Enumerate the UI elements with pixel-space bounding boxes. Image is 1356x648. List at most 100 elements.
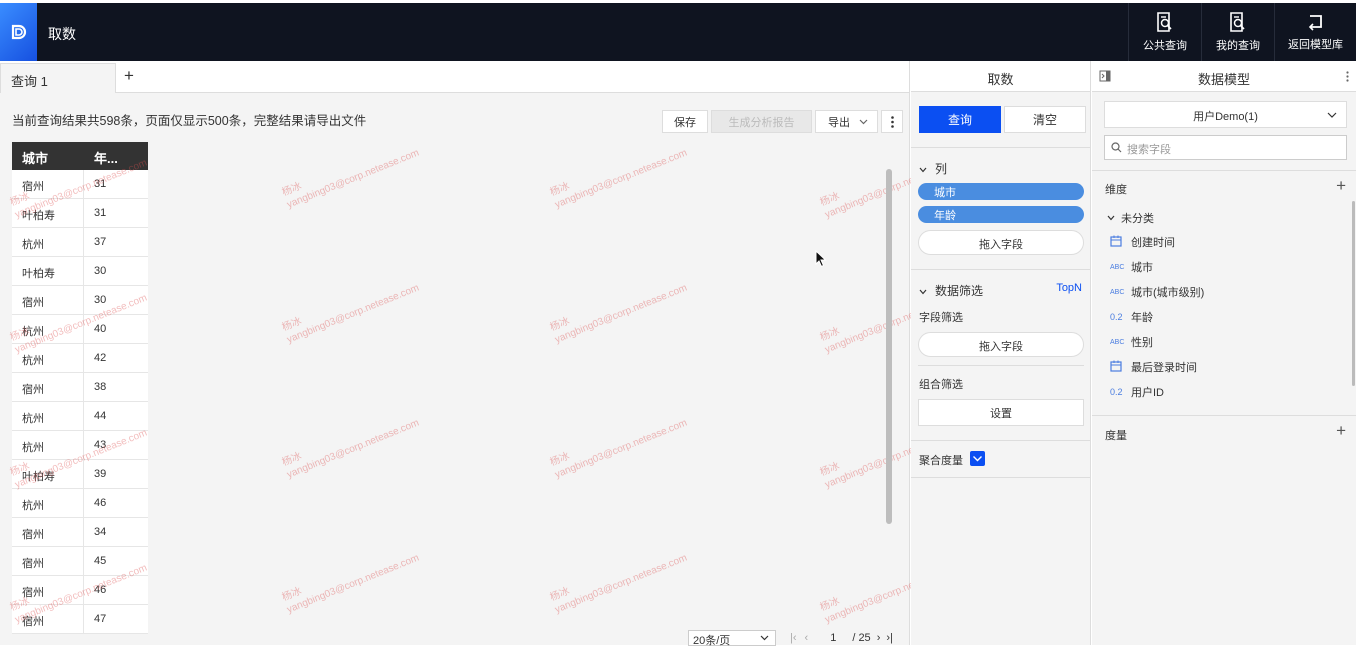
watermark: 杨冰yangbing03@corp.netease.com	[548, 417, 689, 481]
field-label: 创建时间	[1131, 237, 1175, 249]
columns-section-toggle[interactable]: 列	[919, 160, 947, 177]
field-item[interactable]: ABC 性别	[1110, 334, 1153, 350]
data-model-title: 数据模型	[1197, 72, 1250, 87]
cell-city: 宿州	[12, 576, 84, 604]
column-drop-zone[interactable]: 拖入字段	[918, 230, 1084, 255]
settings-button[interactable]: 设置	[918, 399, 1084, 426]
aggregate-checkbox[interactable]	[970, 451, 985, 466]
measure-label: 度量	[1105, 430, 1127, 442]
column-pill-city[interactable]: 城市	[918, 183, 1084, 200]
table-header: 城市 年...	[12, 142, 148, 170]
next-page-icon[interactable]: ›	[877, 632, 881, 644]
total-pages: / 25	[852, 632, 871, 644]
export-button[interactable]: 导出	[815, 110, 878, 133]
cell-city: 杭州	[12, 344, 84, 372]
field-item[interactable]: ABC 城市(城市级别)	[1110, 284, 1204, 300]
chevron-down-icon	[1327, 112, 1337, 118]
group-toggle[interactable]: 未分类	[1107, 210, 1154, 226]
table-row[interactable]: 宿州 38	[12, 373, 148, 402]
column-header-age[interactable]: 年...	[84, 142, 148, 170]
public-query-button[interactable]: 公共查询	[1128, 3, 1201, 61]
table-row[interactable]: 杭州 37	[12, 228, 148, 257]
cell-age: 38	[94, 381, 107, 393]
watermark: 杨冰yangbing03@corp.netease.com	[280, 147, 421, 211]
table-row[interactable]: 宿州 46	[12, 576, 148, 605]
table-row[interactable]: 宿州 30	[12, 286, 148, 315]
table-row[interactable]: 叶柏寿 31	[12, 199, 148, 228]
table-row[interactable]: 叶柏寿 39	[12, 460, 148, 489]
filter-section-toggle[interactable]: 数据筛选	[919, 282, 983, 299]
fields-scrollbar[interactable]	[1352, 201, 1355, 386]
save-button[interactable]: 保存	[662, 110, 708, 133]
more-vertical-icon[interactable]	[1346, 71, 1349, 82]
cell-age: 37	[94, 236, 107, 248]
date-field-icon	[1110, 235, 1124, 249]
cell-age: 40	[94, 323, 107, 335]
divider	[911, 147, 1091, 148]
text-field-icon: ABC	[1110, 263, 1125, 271]
query-button[interactable]: 查询	[919, 106, 1001, 133]
topn-link[interactable]: TopN	[1056, 282, 1082, 294]
return-model-library-button[interactable]: 返回模型库	[1274, 3, 1356, 61]
filter-drop-zone[interactable]: 拖入字段	[918, 332, 1084, 357]
field-item[interactable]: 0.2 用户ID	[1110, 384, 1164, 400]
results-scrollbar[interactable]	[886, 169, 892, 524]
field-label: 城市	[1131, 262, 1153, 274]
column-pill-age[interactable]: 年龄	[918, 206, 1084, 223]
watermark: 杨冰yangbing03@corp.netease.com	[548, 282, 689, 346]
table-row[interactable]: 宿州 31	[12, 170, 148, 199]
field-item[interactable]: 创建时间	[1110, 234, 1175, 250]
table-row[interactable]: 叶柏寿 30	[12, 257, 148, 286]
field-filter-label: 字段筛选	[919, 312, 963, 324]
table-row[interactable]: 杭州 43	[12, 431, 148, 460]
add-measure-button[interactable]: +	[1336, 421, 1346, 441]
page-size-select[interactable]: 20条/页	[688, 630, 776, 647]
last-page-icon[interactable]: ›|	[886, 632, 893, 644]
tab-query-1[interactable]: 查询 1	[0, 63, 116, 93]
public-query-icon	[1157, 11, 1172, 32]
add-tab-button[interactable]: +	[124, 66, 134, 86]
text-field-icon: ABC	[1110, 288, 1125, 296]
my-query-icon	[1230, 11, 1245, 32]
table-row[interactable]: 杭州 44	[12, 402, 148, 431]
table-row[interactable]: 杭州 42	[12, 344, 148, 373]
mouse-cursor-icon	[815, 250, 827, 268]
field-label: 用户ID	[1131, 387, 1164, 399]
field-search-input[interactable]: 搜索字段	[1104, 135, 1347, 160]
cell-city: 杭州	[12, 402, 84, 430]
field-item[interactable]: 0.2 年龄	[1110, 309, 1153, 325]
prev-page-icon[interactable]: ‹	[805, 632, 809, 644]
cell-age: 46	[94, 497, 107, 509]
clear-button[interactable]: 清空	[1004, 106, 1086, 133]
first-page-icon[interactable]: |‹	[790, 632, 797, 644]
current-page[interactable]: 1	[830, 632, 836, 644]
chevron-down-icon	[919, 289, 927, 295]
table-row[interactable]: 杭州 40	[12, 315, 148, 344]
cell-city: 宿州	[12, 373, 84, 401]
return-model-library-label: 返回模型库	[1288, 38, 1343, 51]
my-query-button[interactable]: 我的查询	[1201, 3, 1274, 61]
more-options-button[interactable]	[881, 110, 903, 133]
table-row[interactable]: 宿州 34	[12, 518, 148, 547]
return-icon	[1308, 14, 1322, 31]
cell-age: 39	[94, 468, 107, 480]
add-dimension-button[interactable]: +	[1336, 176, 1346, 196]
app-logo-icon[interactable]	[0, 3, 37, 61]
cell-age: 34	[94, 526, 107, 538]
field-item[interactable]: 最后登录时间	[1110, 359, 1197, 375]
field-label: 最后登录时间	[1131, 362, 1197, 374]
search-placeholder: 搜索字段	[1127, 144, 1171, 156]
pagination: 20条/页 |‹ ‹ 1 / 25 › ›|	[688, 630, 893, 647]
table-row[interactable]: 杭州 46	[12, 489, 148, 518]
column-header-city[interactable]: 城市	[12, 142, 84, 170]
query-panel: 取数 查询 清空 列 城市 年龄 拖入字段 数据筛选 TopN 字段筛选 拖入字…	[911, 61, 1091, 645]
date-field-icon	[1110, 360, 1124, 374]
data-model-panel: 数据模型 用户Demo(1) 搜索字段 维度 + 未分类 创建时间 ABC 城市 AB…	[1092, 61, 1356, 645]
cell-age: 44	[94, 410, 107, 422]
table-row[interactable]: 宿州 47	[12, 605, 148, 634]
table-row[interactable]: 宿州 45	[12, 547, 148, 576]
field-item[interactable]: ABC 城市	[1110, 259, 1153, 275]
generate-report-button[interactable]: 生成分析报告	[711, 110, 812, 133]
chevron-down-icon	[919, 167, 927, 173]
model-select[interactable]: 用户Demo(1)	[1104, 101, 1347, 128]
